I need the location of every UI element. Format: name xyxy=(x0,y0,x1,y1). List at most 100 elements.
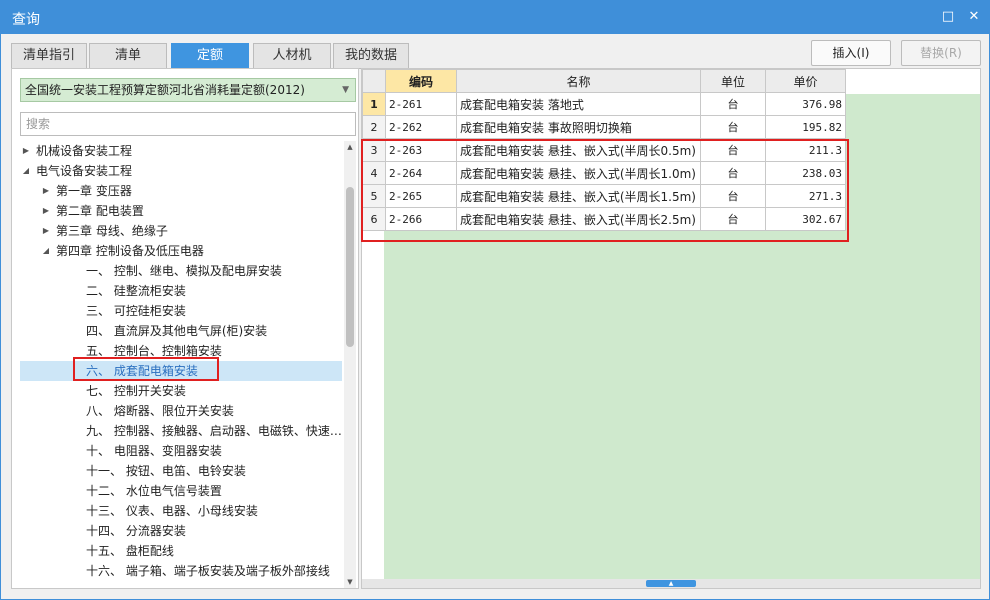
row-index[interactable]: 6 xyxy=(362,207,386,231)
cell-code[interactable]: 2-264 xyxy=(385,161,457,185)
cell-unit[interactable]: 台 xyxy=(700,207,766,231)
tree-item-label: 第三章 母线、绝缘子 xyxy=(56,224,168,238)
tree-item-label: 第二章 配电装置 xyxy=(56,204,144,218)
cell-code[interactable]: 2-263 xyxy=(385,138,457,162)
left-panel: 全国统一安装工程预算定额河北省消耗量定额(2012) ▼ ▶ 机械设备安装工程 ◢ 电… xyxy=(11,68,359,589)
collapsed-arrow-icon[interactable]: ▶ xyxy=(40,221,52,241)
tree-item[interactable]: 五、 控制台、控制箱安装 xyxy=(20,341,342,361)
splitter-grip-icon[interactable]: ▲ xyxy=(646,580,696,587)
tree-item-label: 四、 直流屏及其他电气屏(柜)安装 xyxy=(86,324,268,338)
tree-item-label: 第四章 控制设备及低压电器 xyxy=(56,244,204,258)
tree-item[interactable]: 十一、 按钮、电笛、电铃安装 xyxy=(20,461,342,481)
cell-price[interactable]: 195.82 xyxy=(765,115,846,139)
cell-unit[interactable]: 台 xyxy=(700,92,766,116)
tree-item[interactable]: 十二、 水位电气信号装置 xyxy=(20,481,342,501)
tree-item-label: 十一、 按钮、电笛、电铃安装 xyxy=(86,464,246,478)
column-header-price[interactable]: 单价 xyxy=(765,69,846,93)
table-row[interactable]: 6 2-266 成套配电箱安装 悬挂、嵌入式(半周长2.5m) 台 302.67 xyxy=(362,207,846,231)
expanded-arrow-icon[interactable]: ◢ xyxy=(40,241,52,261)
cell-code[interactable]: 2-261 xyxy=(385,92,457,116)
cell-unit[interactable]: 台 xyxy=(700,138,766,162)
cell-unit[interactable]: 台 xyxy=(700,184,766,208)
cell-name[interactable]: 成套配电箱安装 落地式 xyxy=(456,92,701,116)
tree-item[interactable]: 一、 控制、继电、模拟及配电屏安装 xyxy=(20,261,342,281)
table-row[interactable]: 2 2-262 成套配电箱安装 事故照明切换箱台 195.82 xyxy=(362,115,846,139)
tab-quota[interactable]: 定额 xyxy=(171,43,249,69)
tree-item[interactable]: ▶ 第一章 变压器 xyxy=(20,181,342,201)
cell-name[interactable]: 成套配电箱安装 悬挂、嵌入式(半周长2.5m) xyxy=(456,207,701,231)
tree-item[interactable]: 十四、 分流器安装 xyxy=(20,521,342,541)
tree-item[interactable]: 十六、 端子箱、端子板安装及端子板外部接线 xyxy=(20,561,342,581)
tree-item[interactable]: ▶ 机械设备安装工程 xyxy=(20,141,342,161)
cell-unit[interactable]: 台 xyxy=(700,161,766,185)
quota-table: 编码 名称 单位 单价 1 2-261 成套配电箱安装 落地式台 376.98 2 2-2… xyxy=(362,69,846,231)
scrollbar-thumb[interactable] xyxy=(346,187,354,347)
cell-code[interactable]: 2-262 xyxy=(385,115,457,139)
cell-name[interactable]: 成套配电箱安装 悬挂、嵌入式(半周长0.5m) xyxy=(456,138,701,162)
tree-item-label: 机械设备安装工程 xyxy=(36,144,133,158)
tree-item[interactable]: ▶ 第二章 配电装置 xyxy=(20,201,342,221)
collapsed-arrow-icon[interactable]: ▶ xyxy=(40,181,52,201)
table-row[interactable]: 4 2-264 成套配电箱安装 悬挂、嵌入式(半周长1.0m) 台 238.03 xyxy=(362,161,846,185)
right-panel: 编码 名称 单位 单价 1 2-261 成套配电箱安装 落地式台 376.98 2 2-2… xyxy=(361,68,981,589)
tree-item-label: 十二、 水位电气信号装置 xyxy=(86,484,222,498)
tab-bill[interactable]: 清单 xyxy=(89,43,167,69)
tree-item[interactable]: 十五、 盘柜配线 xyxy=(20,541,342,561)
column-header-name[interactable]: 名称 xyxy=(456,69,701,93)
cell-price[interactable]: 211.3 xyxy=(765,138,846,162)
quota-library-select[interactable]: 全国统一安装工程预算定额河北省消耗量定额(2012) ▼ xyxy=(20,78,356,102)
cell-price[interactable]: 238.03 xyxy=(765,161,846,185)
table-row[interactable]: 3 2-263 成套配电箱安装 悬挂、嵌入式(半周长0.5m) 台 211.3 xyxy=(362,138,846,162)
replace-button[interactable]: 替换(R) xyxy=(901,40,981,66)
search-input[interactable] xyxy=(20,112,356,136)
row-index[interactable]: 2 xyxy=(362,115,386,139)
column-header-code[interactable]: 编码 xyxy=(385,69,457,93)
row-index[interactable]: 3 xyxy=(362,138,386,162)
tree-item-label: 六、 成套配电箱安装 xyxy=(86,364,198,378)
cell-unit[interactable]: 台 xyxy=(700,115,766,139)
horizontal-splitter[interactable]: ▲ xyxy=(362,579,980,588)
tree-scrollbar[interactable]: ▲ ▼ xyxy=(344,141,356,588)
scroll-up-icon[interactable]: ▲ xyxy=(344,141,356,153)
tree-item[interactable]: 八、 熔断器、限位开关安装 xyxy=(20,401,342,421)
row-index[interactable]: 4 xyxy=(362,161,386,185)
cell-price[interactable]: 302.67 xyxy=(765,207,846,231)
cell-name[interactable]: 成套配电箱安装 悬挂、嵌入式(半周长1.0m) xyxy=(456,161,701,185)
table-row[interactable]: 1 2-261 成套配电箱安装 落地式台 376.98 xyxy=(362,92,846,116)
table-row[interactable]: 5 2-265 成套配电箱安装 悬挂、嵌入式(半周长1.5m) 台 271.3 xyxy=(362,184,846,208)
table-header: 编码 名称 单位 单价 xyxy=(362,69,846,93)
tree-item[interactable]: ▶ 第三章 母线、绝缘子 xyxy=(20,221,342,241)
collapsed-arrow-icon[interactable]: ▶ xyxy=(20,141,32,161)
insert-button[interactable]: 插入(I) xyxy=(811,40,891,66)
tree-item[interactable]: 四、 直流屏及其他电气屏(柜)安装 xyxy=(20,321,342,341)
tab-labor-material-machine[interactable]: 人材机 xyxy=(253,43,331,69)
cell-name[interactable]: 成套配电箱安装 悬挂、嵌入式(半周长1.5m) xyxy=(456,184,701,208)
cell-code[interactable]: 2-265 xyxy=(385,184,457,208)
cell-name[interactable]: 成套配电箱安装 事故照明切换箱 xyxy=(456,115,701,139)
tree-item[interactable]: ◢ 电气设备安装工程 xyxy=(20,161,342,181)
tree-item[interactable]: ◢ 第四章 控制设备及低压电器 xyxy=(20,241,342,261)
column-header-unit[interactable]: 单位 xyxy=(700,69,766,93)
tree-item[interactable]: 十三、 仪表、电器、小母线安装 xyxy=(20,501,342,521)
cell-price[interactable]: 376.98 xyxy=(765,92,846,116)
close-icon[interactable]: ✕ xyxy=(966,9,982,25)
tree-item[interactable]: 七、 控制开关安装 xyxy=(20,381,342,401)
tree-item[interactable]: 九、 控制器、接触器、启动器、电磁铁、快速… xyxy=(20,421,342,441)
scroll-down-icon[interactable]: ▼ xyxy=(344,576,356,588)
cell-code[interactable]: 2-266 xyxy=(385,207,457,231)
tab-bill-guide[interactable]: 清单指引 xyxy=(11,43,87,69)
tree-item[interactable]: 二、 硅整流柜安装 xyxy=(20,281,342,301)
tab-my-data[interactable]: 我的数据 xyxy=(333,43,409,69)
tree-item-label: 十四、 分流器安装 xyxy=(86,524,186,538)
row-index[interactable]: 5 xyxy=(362,184,386,208)
row-index[interactable]: 1 xyxy=(362,92,386,116)
restore-icon[interactable]: □ xyxy=(940,9,956,25)
tree-item-label: 十、 电阻器、变阻器安装 xyxy=(86,444,222,458)
tree-item[interactable]: 十、 电阻器、变阻器安装 xyxy=(20,441,342,461)
tree-item-label: 十五、 盘柜配线 xyxy=(86,544,174,558)
collapsed-arrow-icon[interactable]: ▶ xyxy=(40,201,52,221)
expanded-arrow-icon[interactable]: ◢ xyxy=(20,161,32,181)
tree-item[interactable]: 六、 成套配电箱安装 xyxy=(20,361,342,381)
cell-price[interactable]: 271.3 xyxy=(765,184,846,208)
tree-item[interactable]: 三、 可控硅柜安装 xyxy=(20,301,342,321)
